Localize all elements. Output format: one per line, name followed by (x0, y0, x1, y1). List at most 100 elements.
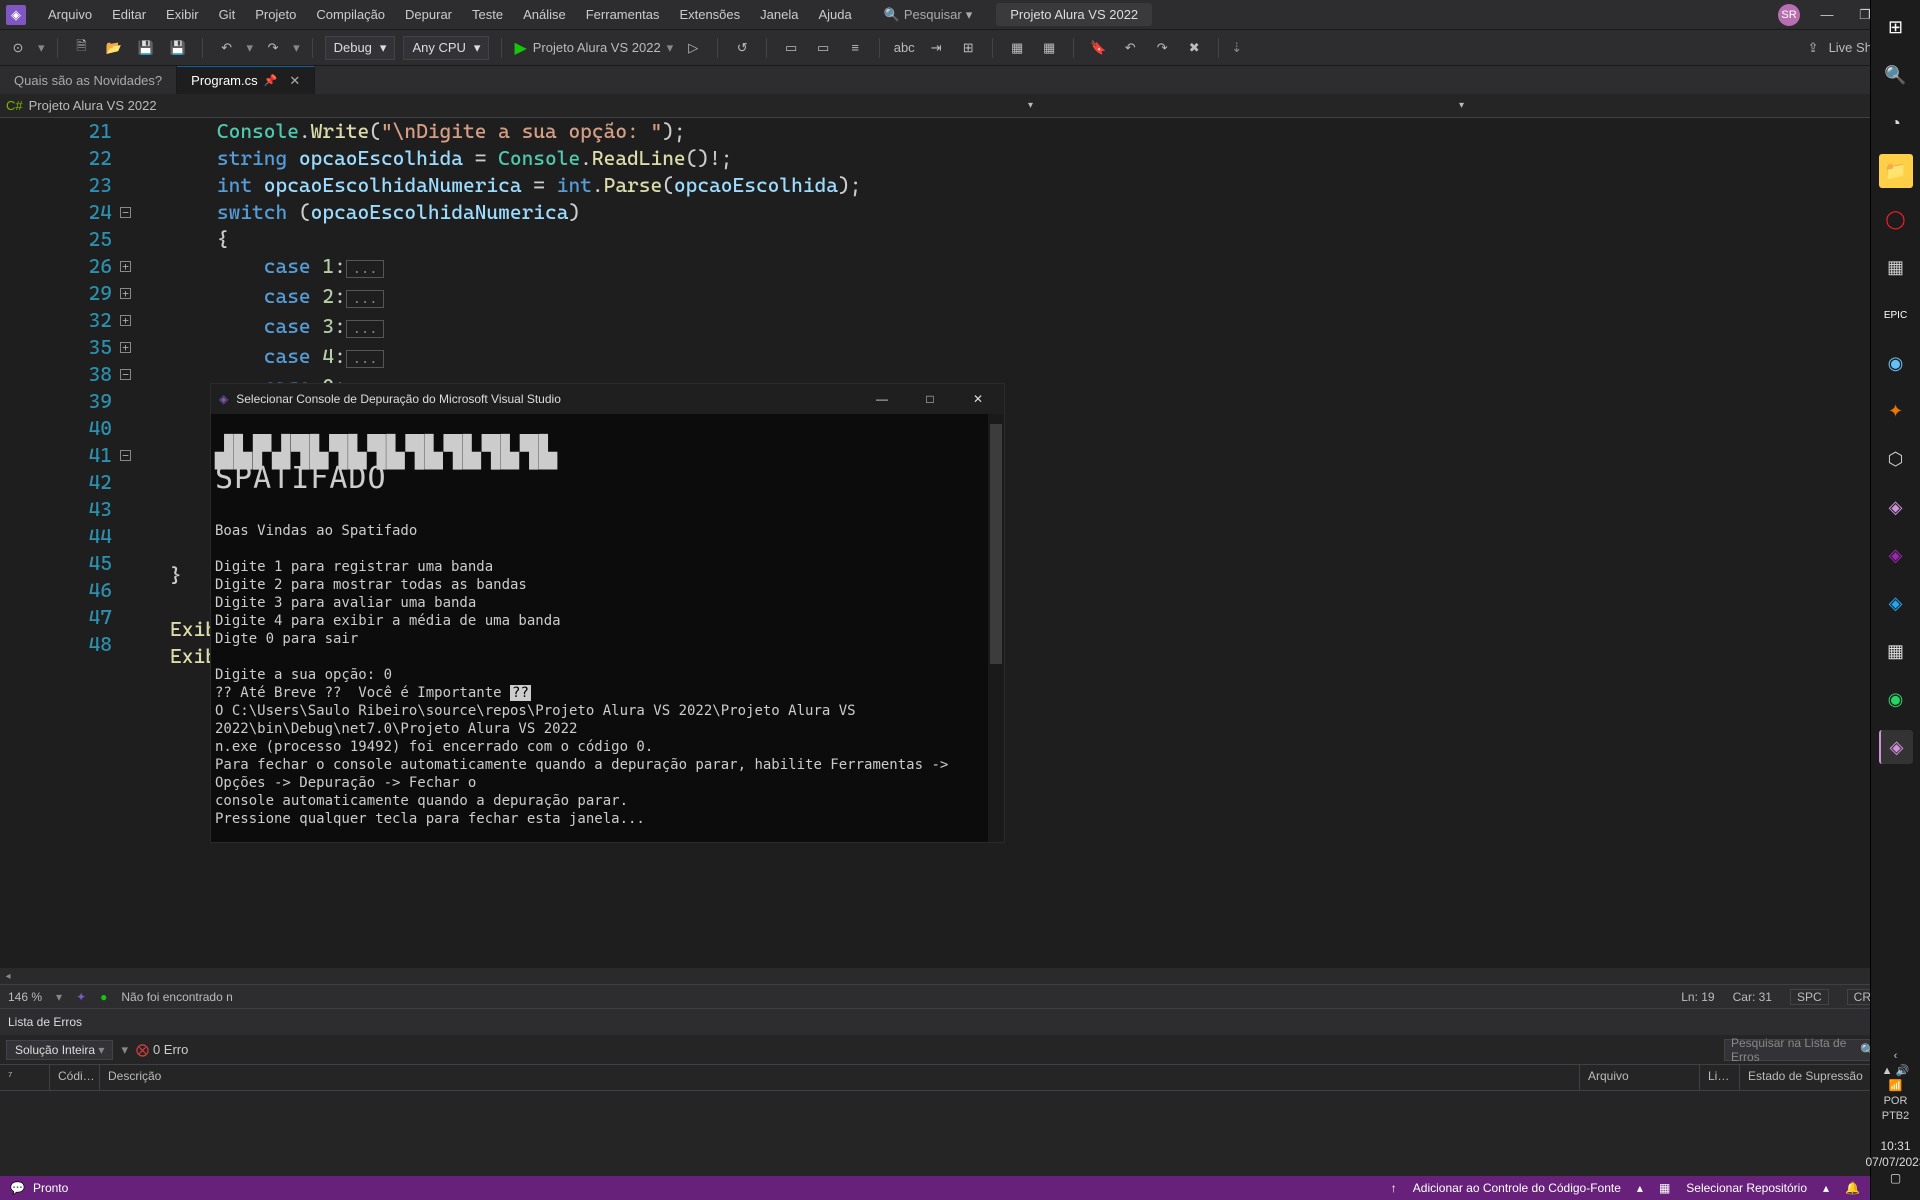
clock[interactable]: 10:31 07/07/2023 ▢ (1865, 1138, 1920, 1200)
menu-ferramentas[interactable]: Ferramentas (578, 3, 668, 26)
hot-reload-icon[interactable]: ↺ (730, 36, 754, 60)
steam-icon[interactable]: ◉ (1879, 346, 1913, 380)
chevron-down-icon[interactable]: ▾ (1028, 100, 1033, 111)
nav-project-label[interactable]: Projeto Alura VS 2022 (29, 98, 157, 113)
tool-icon[interactable]: ▦ (1005, 36, 1029, 60)
col-indicator[interactable]: Car: 31 (1733, 990, 1772, 1004)
back-icon[interactable]: ⊙ (6, 36, 30, 60)
menu-ajuda[interactable]: Ajuda (810, 3, 859, 26)
col-file[interactable]: Arquivo (1580, 1065, 1700, 1090)
wifi-icon[interactable]: 📶 (1882, 1079, 1910, 1094)
menu-compilacao[interactable]: Compilação (308, 3, 393, 26)
volume-icon[interactable]: 🔊 (1896, 1065, 1910, 1077)
undo-icon[interactable]: ↶ (215, 36, 239, 60)
console-body[interactable]: ▟▙▛▟▜▙▜▙▜▙▜▙▜▙▜▙▜▙ SPATIFADO Boas Vindas… (211, 414, 1004, 842)
platform-dropdown[interactable]: Any CPU ▾ (403, 36, 489, 60)
save-all-icon[interactable]: 💾 (166, 36, 190, 60)
window-minimize-button[interactable]: — (1816, 7, 1838, 22)
live-share-icon[interactable]: ⇪ (1808, 40, 1819, 56)
menu-janela[interactable]: Janela (752, 3, 806, 26)
lang-indicator[interactable]: POR (1882, 1094, 1910, 1109)
code-editor[interactable]: 2122232425262932353839404142434445464748… (0, 118, 1900, 1176)
tool-icon[interactable]: ▦ (1037, 36, 1061, 60)
vscode-icon[interactable]: ◈ (1879, 586, 1913, 620)
console-maximize-button[interactable]: □ (912, 392, 948, 406)
taskbar-search-icon[interactable]: 🔍 (1879, 58, 1913, 92)
tool-icon[interactable]: ⊞ (956, 36, 980, 60)
menu-exibir[interactable]: Exibir (158, 3, 207, 26)
expand-tray-icon[interactable]: ‹ (1882, 1049, 1910, 1064)
bell-icon[interactable]: 🔔 (1845, 1181, 1860, 1195)
col-icon[interactable]: ⁷ (0, 1065, 50, 1090)
console-titlebar[interactable]: ◈ Selecionar Console de Depuração do Mic… (211, 384, 1004, 414)
menu-extensoes[interactable]: Extensões (671, 3, 748, 26)
menu-editar[interactable]: Editar (104, 3, 154, 26)
issues-icon[interactable]: ✦ (76, 990, 86, 1004)
scope-dropdown[interactable]: Solução Inteira ▾ (6, 1040, 113, 1060)
keyboard-indicator[interactable]: PTB2 (1882, 1109, 1910, 1124)
menu-analise[interactable]: Análise (515, 3, 574, 26)
col-desc[interactable]: Descrição (100, 1065, 1580, 1090)
tab-whatsnew[interactable]: Quais são as Novidades? (0, 66, 177, 94)
visual-studio-preview-icon[interactable]: ◈ (1879, 538, 1913, 572)
open-file-icon[interactable]: 📂 (102, 36, 126, 60)
bookmark-prev-icon[interactable]: ↶ (1118, 36, 1142, 60)
menu-arquivo[interactable]: Arquivo (40, 3, 100, 26)
overflow-icon[interactable]: ⇣ (1231, 40, 1242, 56)
upload-icon[interactable]: ↑ (1391, 1181, 1397, 1195)
bookmark-clear-icon[interactable]: ✖ (1182, 36, 1206, 60)
editor-horizontal-scrollbar[interactable]: ◂ ▸ (0, 968, 1884, 984)
menu-depurar[interactable]: Depurar (397, 3, 460, 26)
tool-icon[interactable]: ≡ (843, 36, 867, 60)
opera-icon[interactable]: ◯ (1879, 202, 1913, 236)
repo-label[interactable]: Selecionar Repositório (1686, 1181, 1807, 1195)
debug-console-window[interactable]: ◈ Selecionar Console de Depuração do Mic… (210, 383, 1005, 843)
search-box[interactable]: 🔍 Pesquisar ▾ (884, 7, 973, 23)
redo-icon[interactable]: ↷ (261, 36, 285, 60)
col-line[interactable]: Li… (1700, 1065, 1740, 1090)
windows-start-icon[interactable]: ⊞ (1879, 10, 1913, 44)
pin-icon[interactable]: 📌 (264, 74, 278, 87)
chat-icon[interactable]: 💬 (10, 1181, 25, 1195)
tool-icon[interactable]: abc (892, 36, 916, 60)
tool-icon[interactable]: ▭ (779, 36, 803, 60)
indent-indicator[interactable]: SPC (1790, 989, 1829, 1005)
zoom-dropdown[interactable]: 146 % (8, 990, 42, 1004)
menu-teste[interactable]: Teste (464, 3, 511, 26)
source-control-label[interactable]: Adicionar ao Controle do Código-Fonte (1413, 1181, 1621, 1195)
unity-icon[interactable]: ⬡ (1879, 442, 1913, 476)
menu-projeto[interactable]: Projeto (247, 3, 304, 26)
repo-icon[interactable]: ▦ (1659, 1181, 1670, 1195)
menu-git[interactable]: Git (211, 3, 244, 26)
start-debug-button[interactable]: ▶ Projeto Alura VS 2022 ▾ (514, 38, 673, 58)
tool-icon[interactable]: ▭ (811, 36, 835, 60)
fold-column[interactable]: −++++−− (120, 118, 140, 638)
calculator-icon[interactable]: ▦ (1879, 634, 1913, 668)
errors-filter[interactable]: ⨂ 0 Erro (136, 1042, 188, 1058)
tool-icon[interactable]: ⇥ (924, 36, 948, 60)
chevron-down-icon[interactable]: ▾ (1459, 100, 1464, 111)
whatsapp-icon[interactable]: ◉ (1879, 682, 1913, 716)
close-tab-icon[interactable]: ✕ (289, 73, 300, 89)
user-avatar[interactable]: SR (1778, 4, 1800, 26)
col-code[interactable]: Códi… (50, 1065, 100, 1090)
configuration-dropdown[interactable]: Debug ▾ (325, 36, 396, 60)
save-icon[interactable]: 💾 (134, 36, 158, 60)
epic-games-icon[interactable]: EPIC (1879, 298, 1913, 332)
console-scrollbar[interactable] (988, 414, 1004, 842)
error-search-input[interactable]: Pesquisar na Lista de Erros 🔍▾ (1724, 1039, 1894, 1061)
line-indicator[interactable]: Ln: 19 (1681, 990, 1714, 1004)
active-app-icon[interactable]: ◈ (1879, 730, 1913, 764)
start-without-debug-icon[interactable]: ▷ (681, 36, 705, 60)
blender-icon[interactable]: ✦ (1879, 394, 1913, 428)
generic-app-icon[interactable]: ▦ (1879, 250, 1913, 284)
tab-program-cs[interactable]: Program.cs 📌 ✕ (177, 66, 315, 94)
console-minimize-button[interactable]: — (864, 392, 900, 406)
solution-name[interactable]: Projeto Alura VS 2022 (996, 3, 1152, 26)
system-tray[interactable]: ‹ ▲ 🔊 📶 POR PTB2 (1882, 1049, 1910, 1124)
notifications-icon[interactable]: ▢ (1865, 1170, 1920, 1186)
bookmark-icon[interactable]: 🔖 (1086, 36, 1110, 60)
visual-studio-icon[interactable]: ◈ (1879, 490, 1913, 524)
file-explorer-icon[interactable]: 📁 (1879, 154, 1913, 188)
console-close-button[interactable]: ✕ (960, 392, 996, 406)
